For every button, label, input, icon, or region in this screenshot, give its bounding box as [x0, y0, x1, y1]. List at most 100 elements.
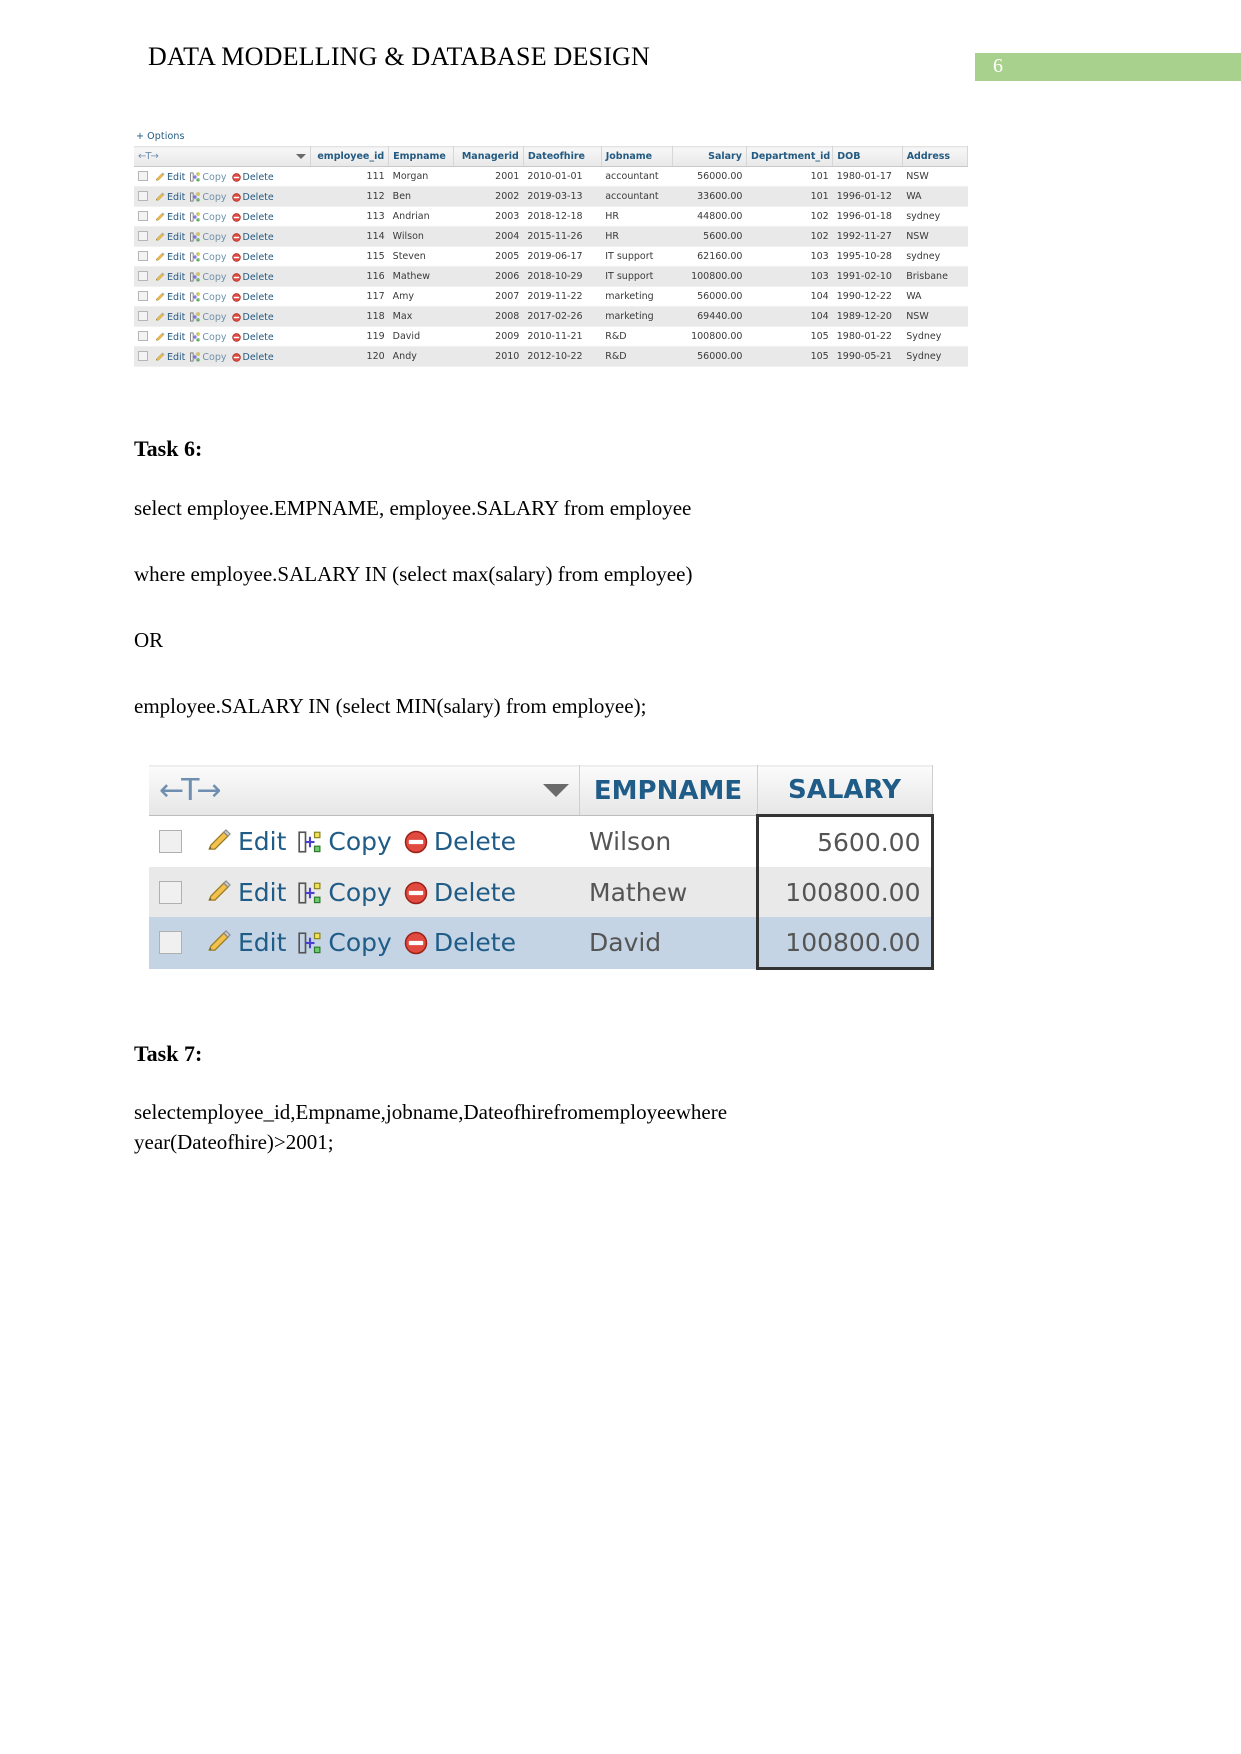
options-toggle[interactable]: + Options [134, 131, 968, 146]
table-row[interactable]: Edit Copy Delete 116 Mathew 2006 2018-10-29 IT … [134, 266, 968, 287]
sort-arrows-icon[interactable]: ←T→ [159, 773, 222, 808]
column-header-jobname[interactable]: Jobname [601, 146, 674, 167]
delete-link[interactable]: Delete [243, 192, 274, 203]
edit-link[interactable]: Edit [238, 827, 286, 856]
column-header-empname[interactable]: Empname [388, 146, 455, 167]
edit-link[interactable]: Edit [167, 292, 185, 303]
delete-link[interactable]: Delete [243, 212, 274, 223]
delete-link[interactable]: Delete [243, 332, 274, 343]
copy-icon[interactable] [190, 212, 200, 222]
row-select-checkbox[interactable] [138, 310, 148, 321]
copy-link[interactable]: Copy [202, 352, 226, 363]
row-actions-cell[interactable]: Edit Copy Delete [149, 867, 579, 917]
copy-link[interactable]: Copy [328, 878, 391, 907]
column-header-salary[interactable]: SALARY [757, 765, 933, 816]
edit-link[interactable]: Edit [167, 252, 185, 263]
delete-icon[interactable] [231, 172, 241, 182]
delete-link[interactable]: Delete [243, 352, 274, 363]
copy-link[interactable]: Copy [328, 827, 391, 856]
row-actions-cell[interactable]: Edit Copy Delete [149, 917, 579, 969]
copy-icon[interactable] [298, 881, 322, 905]
table-row[interactable]: Edit Copy Delete David 100800.00 [149, 917, 934, 970]
delete-link[interactable]: Delete [434, 878, 516, 907]
table-row[interactable]: Edit Copy Delete 118 Max 2008 2017-02-26 market… [134, 306, 968, 327]
row-select-checkbox[interactable] [159, 880, 182, 904]
pencil-icon[interactable] [155, 331, 165, 342]
row-select-checkbox[interactable] [138, 210, 148, 221]
edit-link[interactable]: Edit [167, 272, 185, 283]
edit-link[interactable]: Edit [238, 878, 286, 907]
row-actions-cell[interactable]: Edit Copy Delete [134, 326, 311, 347]
copy-link[interactable]: Copy [202, 292, 226, 303]
table-row[interactable]: Edit Copy Delete 119 David 2009 2010-11-21 R&D 1… [134, 326, 968, 347]
pencil-icon[interactable] [155, 191, 165, 202]
copy-link[interactable]: Copy [202, 252, 226, 263]
delete-link[interactable]: Delete [243, 312, 274, 323]
delete-icon[interactable] [231, 212, 241, 222]
copy-link[interactable]: Copy [202, 332, 226, 343]
copy-icon[interactable] [190, 252, 200, 262]
row-actions-cell[interactable]: Edit Copy Delete [134, 226, 311, 247]
copy-link[interactable]: Copy [202, 192, 226, 203]
column-header-address[interactable]: Address [902, 146, 969, 167]
delete-icon[interactable] [231, 272, 241, 282]
delete-icon[interactable] [231, 312, 241, 322]
row-select-checkbox[interactable] [138, 290, 148, 301]
copy-icon[interactable] [298, 830, 322, 854]
copy-link[interactable]: Copy [202, 172, 226, 183]
table-row[interactable]: Edit Copy Delete 112 Ben 2002 2019-03-13 accoun… [134, 186, 968, 207]
row-select-checkbox[interactable] [138, 350, 148, 361]
delete-link[interactable]: Delete [434, 928, 516, 957]
row-select-checkbox[interactable] [138, 230, 148, 241]
table-row[interactable]: Edit Copy Delete 115 Steven 2005 2019-06-17 IT … [134, 246, 968, 267]
pencil-icon[interactable] [155, 351, 165, 362]
row-actions-cell[interactable]: Edit Copy Delete [134, 286, 311, 307]
pencil-icon[interactable] [155, 251, 165, 262]
copy-link[interactable]: Copy [202, 212, 226, 223]
edit-link[interactable]: Edit [167, 352, 185, 363]
delete-icon[interactable] [404, 881, 428, 905]
chevron-down-icon[interactable] [296, 154, 307, 159]
delete-link[interactable]: Delete [434, 827, 516, 856]
table-row[interactable]: Edit Copy Delete 117 Amy 2007 2019-11-22 market… [134, 286, 968, 307]
delete-icon[interactable] [231, 332, 241, 342]
row-actions-cell[interactable]: Edit Copy Delete [134, 266, 311, 287]
delete-link[interactable]: Delete [243, 172, 274, 183]
delete-link[interactable]: Delete [243, 292, 274, 303]
edit-link[interactable]: Edit [238, 928, 286, 957]
row-select-checkbox[interactable] [138, 170, 148, 181]
column-header-dateofhire[interactable]: Dateofhire [523, 146, 602, 167]
pencil-icon[interactable] [206, 879, 232, 905]
row-select-checkbox[interactable] [138, 190, 148, 201]
delete-link[interactable]: Delete [243, 272, 274, 283]
sort-arrows-icon[interactable]: ←T→ [138, 151, 159, 162]
row-actions-cell[interactable]: Edit Copy Delete [134, 246, 311, 267]
delete-link[interactable]: Delete [243, 232, 274, 243]
copy-icon[interactable] [190, 352, 200, 362]
row-actions-cell[interactable]: Edit Copy Delete [134, 186, 311, 207]
delete-link[interactable]: Delete [243, 252, 274, 263]
row-actions-cell[interactable]: Edit Copy Delete [134, 206, 311, 227]
copy-link[interactable]: Copy [328, 928, 391, 957]
copy-link[interactable]: Copy [202, 272, 226, 283]
column-header-department-id[interactable]: Department_id [746, 146, 834, 167]
copy-icon[interactable] [190, 332, 200, 342]
copy-icon[interactable] [190, 172, 200, 182]
pencil-icon[interactable] [155, 291, 165, 302]
copy-icon[interactable] [298, 931, 322, 955]
pencil-icon[interactable] [155, 311, 165, 322]
row-actions-cell[interactable]: Edit Copy Delete [149, 815, 579, 867]
copy-icon[interactable] [190, 232, 200, 242]
edit-link[interactable]: Edit [167, 172, 185, 183]
edit-link[interactable]: Edit [167, 212, 185, 223]
copy-icon[interactable] [190, 192, 200, 202]
pencil-icon[interactable] [155, 271, 165, 282]
copy-icon[interactable] [190, 292, 200, 302]
table-row[interactable]: Edit Copy Delete 120 Andy 2010 2012-10-22 R&D 56… [134, 346, 968, 367]
row-select-checkbox[interactable] [138, 250, 148, 261]
delete-icon[interactable] [231, 352, 241, 362]
edit-link[interactable]: Edit [167, 332, 185, 343]
row-actions-cell[interactable]: Edit Copy Delete [134, 346, 311, 367]
row-select-checkbox[interactable] [159, 830, 182, 853]
delete-icon[interactable] [231, 252, 241, 262]
